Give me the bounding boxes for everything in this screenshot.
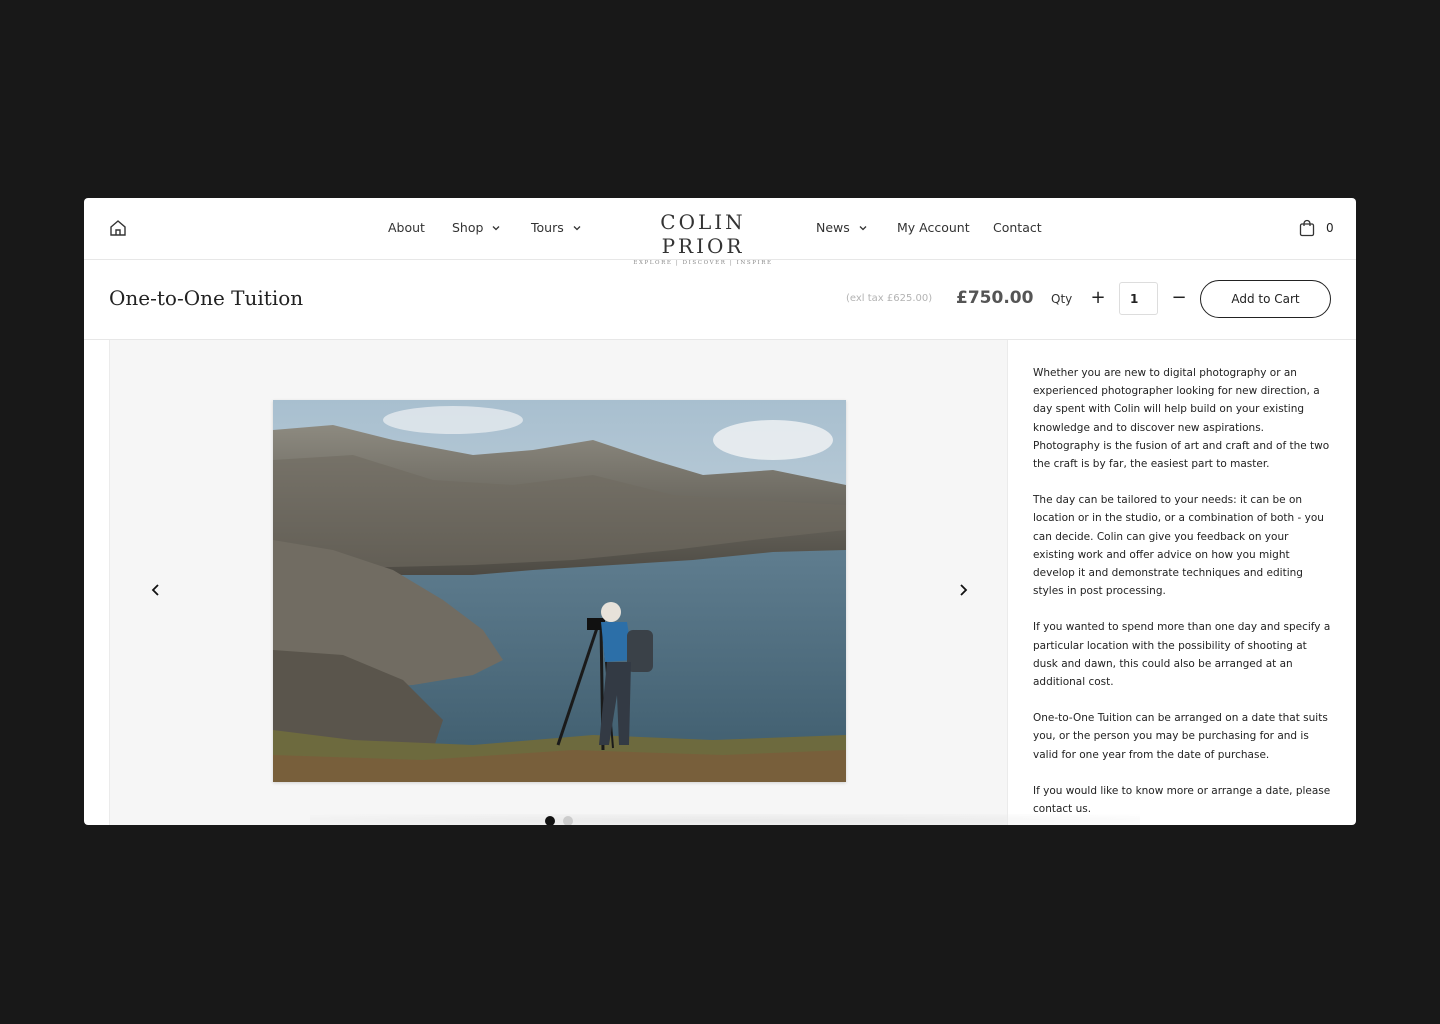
- site-logo[interactable]: COLIN PRIOR EXPLORE | DISCOVER | INSPIRE: [618, 210, 788, 266]
- gallery-dot-2[interactable]: [563, 816, 573, 825]
- browser-window: About Shop Tours COLIN PRIOR EXPLORE | D…: [84, 198, 1356, 825]
- gallery-dot-1[interactable]: [545, 816, 555, 825]
- nav-shop[interactable]: Shop: [452, 220, 501, 235]
- home-icon[interactable]: [108, 218, 128, 238]
- qty-decrease-button[interactable]: −: [1171, 287, 1187, 309]
- nav-shop-label: Shop: [452, 220, 484, 235]
- product-description: Whether you are new to digital photograp…: [1007, 340, 1356, 825]
- site-header: About Shop Tours COLIN PRIOR EXPLORE | D…: [84, 198, 1356, 266]
- qty-increase-button[interactable]: +: [1090, 287, 1106, 309]
- chevron-down-icon: [573, 225, 581, 230]
- nav-my-account[interactable]: My Account: [897, 220, 970, 235]
- nav-contact[interactable]: Contact: [993, 220, 1042, 235]
- description-paragraph: If you would like to know more or arrang…: [1033, 784, 1331, 816]
- add-to-cart-button[interactable]: Add to Cart: [1200, 280, 1331, 318]
- product-photo: [273, 400, 846, 782]
- description-paragraph: The day can be tailored to your needs: i…: [1033, 494, 1324, 598]
- gallery-pagination: [545, 816, 573, 825]
- nav-news-label: News: [816, 220, 850, 235]
- description-paragraph: If you wanted to spend more than one day…: [1033, 621, 1331, 689]
- description-paragraph: Whether you are new to digital photograp…: [1033, 367, 1330, 471]
- nav-about-label: About: [388, 220, 425, 235]
- photographer-on-cliffs-image: [273, 400, 846, 782]
- chevron-down-icon: [859, 225, 867, 230]
- nav-news[interactable]: News: [816, 220, 868, 235]
- chevron-right-icon[interactable]: [955, 582, 971, 598]
- price-ex-tax: (exl tax £625.00): [846, 293, 933, 304]
- description-paragraph: One-to-One Tuition can be arranged on a …: [1033, 712, 1328, 761]
- nav-about[interactable]: About: [388, 220, 425, 235]
- qty-input[interactable]: [1119, 282, 1158, 315]
- product-gallery: [109, 340, 1140, 825]
- logo-name: COLIN PRIOR: [660, 210, 746, 258]
- cart-icon: [1299, 219, 1315, 237]
- qty-label: Qty: [1051, 292, 1073, 306]
- nav-my-account-label: My Account: [897, 220, 970, 235]
- chevron-left-icon[interactable]: [148, 582, 164, 598]
- cart-count: 0: [1326, 221, 1334, 235]
- nav-tours[interactable]: Tours: [531, 220, 582, 235]
- product-price: £750.00: [956, 288, 1034, 308]
- nav-tours-label: Tours: [531, 220, 564, 235]
- product-bar: One-to-One Tuition (exl tax £625.00) £75…: [84, 260, 1356, 340]
- cart-button[interactable]: 0: [1298, 219, 1334, 237]
- nav-contact-label: Contact: [993, 220, 1042, 235]
- chevron-down-icon: [492, 225, 500, 230]
- product-title: One-to-One Tuition: [109, 286, 304, 310]
